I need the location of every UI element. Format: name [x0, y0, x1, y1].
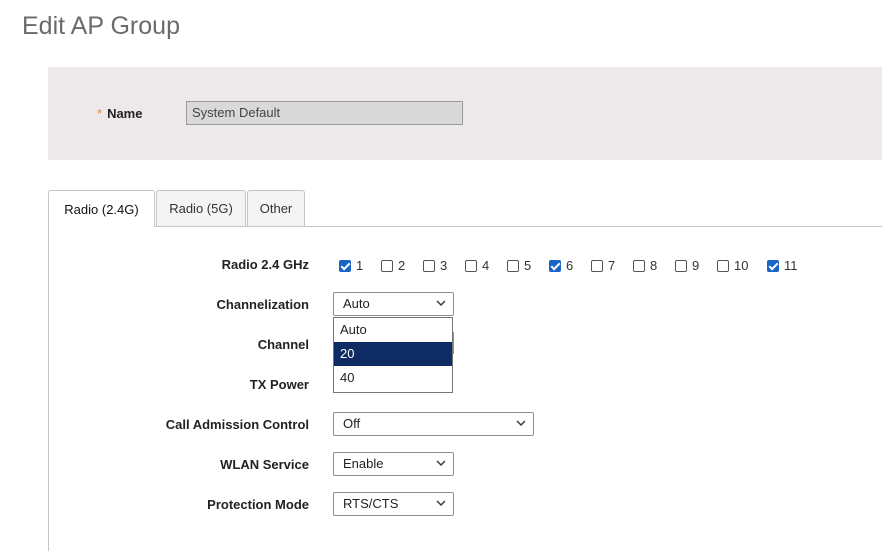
channel-checkbox-7[interactable]: 7 — [591, 258, 615, 273]
radio-band-label: Radio 2.4 GHz — [221, 257, 309, 272]
tx-power-label: TX Power — [249, 377, 309, 392]
name-panel — [48, 67, 882, 160]
channel-checkbox-label: 10 — [734, 258, 749, 273]
channel-checkbox-label: 3 — [440, 258, 448, 273]
checkbox-box — [591, 259, 603, 272]
channel-checkbox-label: 11 — [784, 258, 798, 273]
channel-checkbox-11[interactable]: 11 — [767, 258, 798, 273]
channel-checkbox-3[interactable]: 3 — [423, 258, 447, 273]
chevron-down-icon — [436, 460, 446, 466]
channel-checkbox-4[interactable]: 4 — [465, 258, 489, 273]
channel-checkbox-8[interactable]: 8 — [633, 258, 657, 273]
dropdown-option-40[interactable]: 40 — [334, 366, 452, 390]
checkbox-box — [507, 259, 519, 272]
checkbox-box — [465, 259, 477, 272]
channel-checkbox-6[interactable]: 6 — [549, 258, 573, 273]
wlan-service-label: WLAN Service — [220, 457, 309, 472]
channel-select-edge — [453, 332, 454, 354]
chevron-down-icon — [436, 500, 446, 506]
channel-checkbox-5[interactable]: 5 — [507, 258, 531, 273]
call-admission-control-select[interactable]: Off — [333, 412, 534, 436]
channel-checkbox-2[interactable]: 2 — [381, 258, 405, 273]
channel-checkbox-1[interactable]: 1 — [339, 258, 363, 273]
check-icon — [339, 259, 351, 272]
channel-checkbox-label: 1 — [356, 258, 364, 273]
checkbox-box — [423, 259, 435, 272]
channel-checkbox-label: 7 — [608, 258, 616, 273]
check-icon — [549, 259, 561, 272]
channelization-label: Channelization — [216, 297, 309, 312]
name-label-text: Name — [107, 106, 143, 121]
channel-checkbox-label: 4 — [482, 258, 490, 273]
tab-radio-24g[interactable]: Radio (2.4G) — [48, 190, 155, 227]
protection-mode-label: Protection Mode — [207, 497, 309, 512]
checkbox-box — [675, 259, 687, 272]
channel-checkbox-label: 2 — [398, 258, 406, 273]
tab-radio-5g[interactable]: Radio (5G) — [156, 190, 246, 226]
wlan-service-select[interactable]: Enable — [333, 452, 454, 476]
protection-mode-value: RTS/CTS — [343, 496, 399, 511]
tab-content-panel — [48, 226, 882, 551]
channel-checkbox-10[interactable]: 10 — [717, 258, 748, 273]
name-input[interactable]: System Default — [186, 101, 463, 125]
channel-checkbox-label: 6 — [566, 258, 574, 273]
dropdown-option-20[interactable]: 20 — [334, 342, 452, 366]
protection-mode-select[interactable]: RTS/CTS — [333, 492, 454, 516]
tab-other[interactable]: Other — [247, 190, 305, 226]
call-admission-control-label: Call Admission Control — [165, 417, 309, 432]
channel-checkbox-label: 9 — [692, 258, 700, 273]
checkbox-box — [633, 259, 645, 272]
channelization-select[interactable]: Auto — [333, 292, 454, 316]
dropdown-option-auto[interactable]: Auto — [334, 318, 452, 342]
channel-checkbox-label: 8 — [650, 258, 658, 273]
checkbox-box — [717, 259, 729, 272]
channel-checkbox-9[interactable]: 9 — [675, 258, 699, 273]
channelization-dropdown-list: Auto 20 40 — [333, 317, 453, 393]
required-star: * — [97, 106, 103, 121]
chevron-down-icon — [516, 420, 526, 426]
check-icon — [767, 259, 779, 272]
wlan-service-value: Enable — [343, 456, 384, 471]
checkbox-box — [381, 259, 393, 272]
chevron-down-icon — [436, 300, 446, 306]
channel-checkbox-label: 5 — [524, 258, 532, 273]
channelization-value: Auto — [343, 296, 370, 311]
page-title: Edit AP Group — [22, 12, 180, 40]
channel-label: Channel — [257, 337, 309, 352]
call-admission-control-value: Off — [343, 416, 361, 431]
name-label: * Name — [97, 106, 142, 121]
